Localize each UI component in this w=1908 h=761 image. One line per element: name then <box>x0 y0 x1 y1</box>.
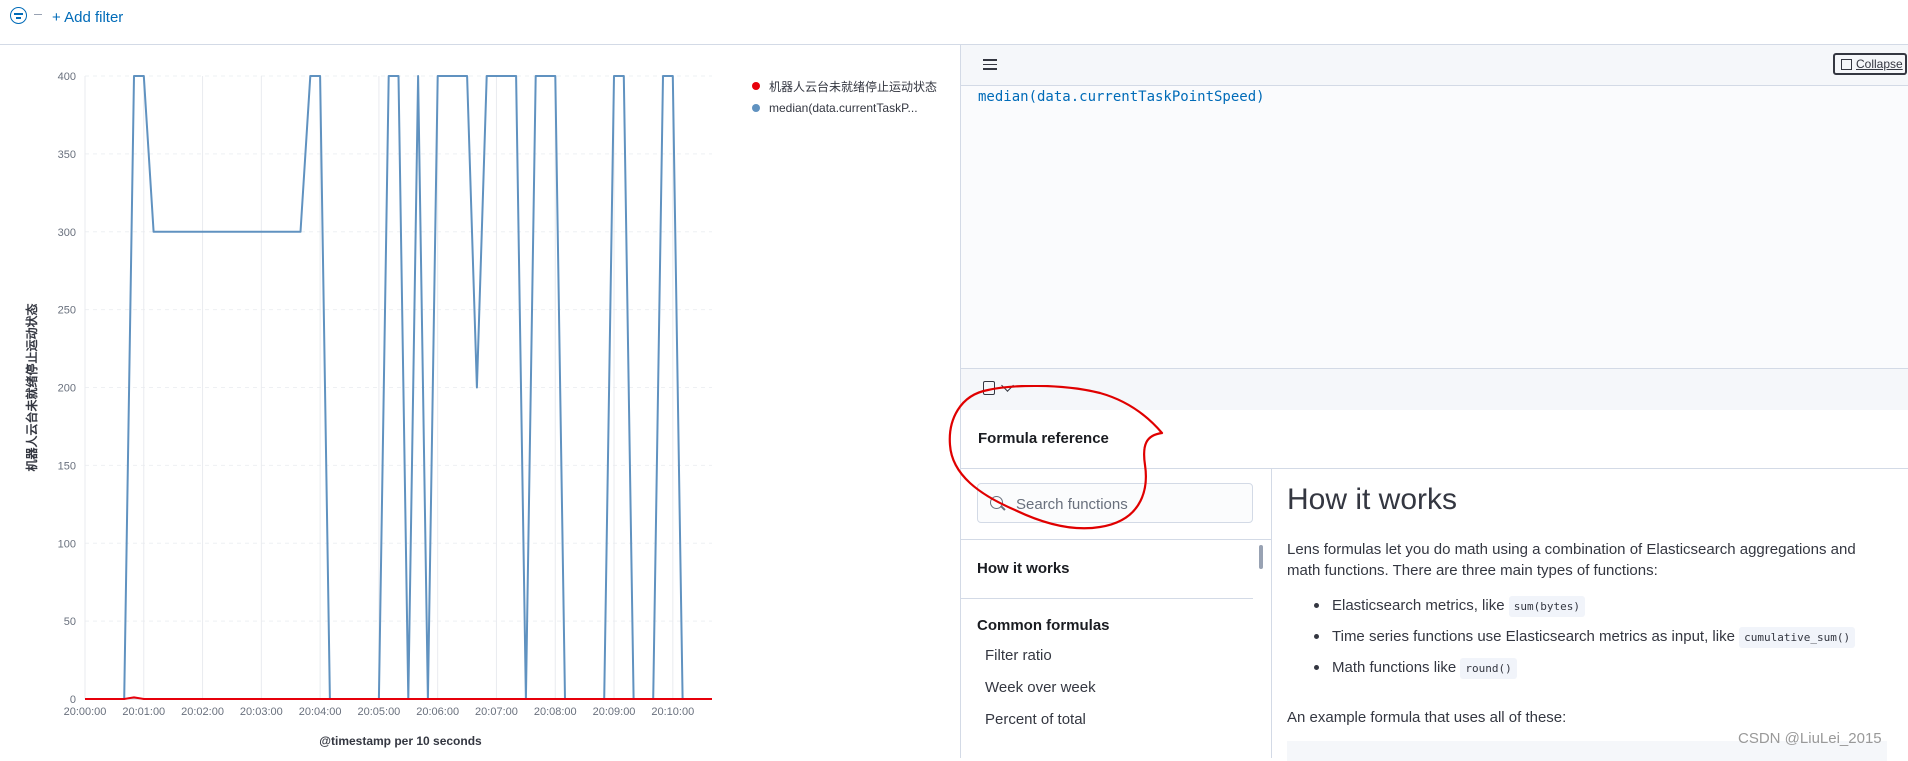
x-tick-label: 20:08:00 <box>534 706 577 718</box>
section-how-it-works[interactable]: How it works <box>977 560 1070 577</box>
annotation-circle <box>948 385 1164 530</box>
y-tick-label: 50 <box>64 616 76 628</box>
x-tick-label: 20:04:00 <box>299 706 342 718</box>
code-snippet: round() <box>1460 658 1517 679</box>
list-item: Math functions like round() <box>1314 657 1855 688</box>
chart-panel: 0 50 100 150 200 250 300 350 400 20:00:00 20:01:00… <box>0 45 960 758</box>
y-tick-label: 0 <box>70 694 76 706</box>
x-tick-label: 20:09:00 <box>593 706 636 718</box>
legend-label: 机器人云台未就绪停止运动状态 <box>769 79 938 94</box>
legend-item[interactable]: 机器人云台未就绪停止运动状态 <box>752 75 937 97</box>
y-tick-label: 300 <box>58 227 76 239</box>
x-tick-label: 20:01:00 <box>122 706 165 718</box>
sidebar-item-percent-of-total[interactable]: Percent of total <box>985 711 1086 728</box>
x-tick-label: 20:00:00 <box>64 706 107 718</box>
filter-separator <box>34 14 42 15</box>
code-snippet: cumulative_sum() <box>1739 627 1856 648</box>
legend-label: median(data.currentTaskP... <box>769 101 918 115</box>
scrollbar[interactable] <box>1259 545 1263 569</box>
collapse-label: Collapse <box>1856 57 1903 71</box>
x-tick-label: 20:03:00 <box>240 706 283 718</box>
filter-bar: + Add filter <box>0 0 1908 45</box>
collapse-icon <box>1841 58 1852 70</box>
collapse-button[interactable]: Collapse <box>1833 53 1907 75</box>
filter-icon[interactable] <box>10 7 27 24</box>
list-item: Elasticsearch metrics, like sum(bytes) <box>1314 595 1855 626</box>
intro-text: Lens formulas let you do math using a co… <box>1287 541 1856 579</box>
word-wrap-icon[interactable] <box>983 59 997 71</box>
divider <box>961 598 1253 599</box>
y-tick-label: 200 <box>58 383 76 395</box>
x-tick-label: 20:05:00 <box>357 706 400 718</box>
sidebar-item-filter-ratio[interactable]: Filter ratio <box>985 647 1052 664</box>
x-tick-label: 20:02:00 <box>181 706 224 718</box>
formula-editor[interactable]: median(data.currentTaskPointSpeed) <box>961 86 1908 369</box>
line-chart: 0 50 100 150 200 250 300 350 400 20:00:00 20:01:00… <box>24 71 712 748</box>
watermark: CSDN @LiuLei_2015 <box>1738 730 1882 747</box>
legend-marker <box>752 104 760 112</box>
y-tick-label: 250 <box>58 305 76 317</box>
bullet-text: Math functions like <box>1332 659 1461 676</box>
y-tick-label: 350 <box>58 149 76 161</box>
x-tick-label: 20:10:00 <box>651 706 694 718</box>
section-common-formulas: Common formulas <box>977 617 1110 634</box>
series-line-status <box>85 696 712 700</box>
y-tick-label: 100 <box>58 538 76 550</box>
content-title: How it works <box>1287 483 1458 516</box>
chart-legend: 机器人云台未就绪停止运动状态 median(data.currentTaskP.… <box>752 75 937 119</box>
formula-text[interactable]: median(data.currentTaskPointSpeed) <box>978 89 1265 105</box>
legend-item[interactable]: median(data.currentTaskP... <box>752 97 937 119</box>
x-tick-label: 20:06:00 <box>416 706 459 718</box>
x-tick-label: 20:07:00 <box>475 706 518 718</box>
bullet-text: Time series functions use Elasticsearch … <box>1332 628 1740 645</box>
legend-marker <box>752 82 760 90</box>
add-filter-button[interactable]: + Add filter <box>52 9 123 26</box>
reference-content: How it works Lens formulas let you do ma… <box>1272 469 1908 761</box>
y-tick-label: 400 <box>58 71 76 83</box>
code-snippet: sum(bytes) <box>1508 596 1585 617</box>
x-axis-title: @timestamp per 10 seconds <box>319 734 482 748</box>
y-axis-title: 机器人云台未就绪停止运动状态 <box>24 303 39 471</box>
sidebar-item-week-over-week[interactable]: Week over week <box>985 679 1096 696</box>
example-label: An example formula that uses all of thes… <box>1287 709 1567 726</box>
list-item: Time series functions use Elasticsearch … <box>1314 626 1856 657</box>
editor-toolbar: Collapse <box>961 45 1908 86</box>
y-tick-label: 150 <box>58 460 76 472</box>
function-types-list: Elasticsearch metrics, like sum(bytes) T… <box>1314 595 1856 688</box>
bullet-text: Elasticsearch metrics, like <box>1332 597 1509 614</box>
